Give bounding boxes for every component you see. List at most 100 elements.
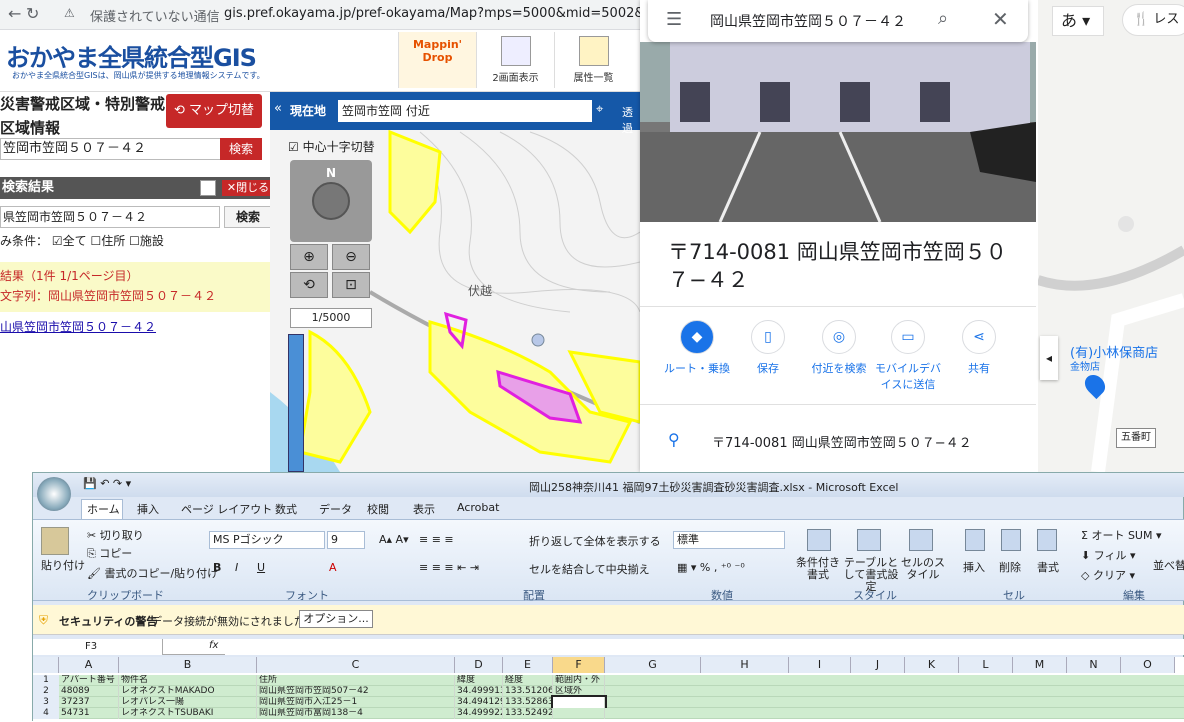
name-box[interactable]: F3 [33, 639, 163, 655]
quick-access-toolbar[interactable]: 💾 ↶ ↷ ▾ [83, 477, 131, 490]
col-header-m[interactable]: M [1013, 657, 1067, 673]
maps-search-box[interactable]: ☰ 岡山県笠岡市笠岡５０７－４２ ⌕ ✕ [648, 0, 1028, 42]
restaurant-chip[interactable]: 🍴 レス [1122, 4, 1184, 36]
number-format-select[interactable]: 標準 [673, 531, 785, 549]
tab-page-layout[interactable]: ページ レイアウト [181, 501, 272, 517]
col-header-j[interactable]: J [851, 657, 905, 673]
align-left-icon[interactable]: ≡ ≡ ≡ ⇤ ⇥ [419, 561, 479, 574]
filter-all-checkbox[interactable]: ☑ [52, 234, 63, 248]
table-cell[interactable]: 37237 [59, 697, 119, 708]
table-cell[interactable]: 住所 [257, 675, 455, 686]
col-header-g[interactable]: G [605, 657, 701, 673]
collapse-icon[interactable]: « [274, 101, 282, 116]
tab-acrobat[interactable]: Acrobat [457, 501, 499, 514]
percent-style-icon[interactable]: ▦ ▾ % , ⁺⁰ ⁻⁰ [677, 561, 745, 574]
maps-search-query[interactable]: 岡山県笠岡市笠岡５０７－４２ [710, 11, 906, 31]
tab-data[interactable]: データ [319, 501, 352, 517]
menu-icon[interactable]: ☰ [666, 9, 682, 30]
back-arrow-icon[interactable]: ← [8, 4, 21, 23]
col-header-f[interactable]: F [553, 657, 605, 673]
col-header-n[interactable]: N [1067, 657, 1121, 673]
close-button[interactable]: ✕閉じる [222, 180, 274, 196]
office-button-icon[interactable] [37, 477, 71, 511]
result-link[interactable]: 山県笠岡市笠岡５０７－４２ [0, 318, 156, 335]
wrap-text-button[interactable]: 折り返して全体を表示する [529, 533, 661, 549]
transparency-label[interactable]: 透過 [622, 104, 640, 136]
table-cell[interactable]: 34.494129 [455, 697, 503, 708]
sort-button[interactable]: 並べ替え [1153, 557, 1184, 573]
table-row[interactable]: 3 37237 レオパレス一陽 岡山県笠岡市入江25－1 34.494129 133.52… [33, 695, 1184, 710]
paste-button[interactable]: 貼り付け [41, 557, 85, 573]
align-top-icon[interactable]: ≡ ≡ ≡ [419, 533, 454, 546]
address-bar[interactable]: gis.pref.okayama.jp/pref-okayama/Map?mps… [224, 6, 671, 21]
zoom-in-icon[interactable]: ⊕ [290, 244, 328, 270]
nearby-button[interactable]: ◎ 付近を検索 [804, 320, 874, 376]
send-to-device-button[interactable]: ▭ モバイルデバイスに送信 [873, 320, 943, 392]
security-label[interactable]: 保護されていない通信 [90, 6, 220, 25]
tab-formulas[interactable]: 数式 [275, 501, 297, 517]
attribute-list-button[interactable]: 属性一覧 [554, 32, 632, 88]
row-number[interactable]: 3 [33, 697, 59, 708]
query-search-button[interactable]: 検索 [224, 206, 272, 228]
tab-view[interactable]: 表示 [413, 501, 435, 517]
table-row[interactable]: 1 アパート番号 物件名 住所 緯度 経度 範囲内・外 [33, 675, 1184, 686]
formula-input[interactable] [225, 639, 1184, 655]
table-cell[interactable]: 133.524924 [503, 708, 553, 719]
col-header-h[interactable]: H [701, 657, 789, 673]
tab-home-label[interactable]: ホーム [87, 501, 120, 517]
table-cell[interactable] [551, 695, 607, 710]
tab-review[interactable]: 校閲 [367, 501, 389, 517]
zoom-slider[interactable] [288, 334, 304, 472]
current-location-input[interactable]: 笠岡市笠岡 付近 [338, 100, 592, 122]
col-header-o[interactable]: O [1121, 657, 1175, 673]
table-row[interactable]: 4 54731 レオネクストTSUBAKI 岡山県笠岡市富岡138－4 34.49992… [33, 708, 1184, 719]
table-cell[interactable]: 物件名 [119, 675, 257, 686]
street-view-photo[interactable] [640, 42, 1036, 223]
table-cell[interactable]: レオネクストMAKADO [119, 686, 257, 697]
address-search-button[interactable]: 検索 [220, 138, 262, 160]
table-cell[interactable]: 133.528636 [503, 697, 553, 708]
save-button[interactable]: ▯ 保存 [733, 320, 803, 376]
scale-display[interactable]: 1/5000 [290, 308, 372, 328]
row-number[interactable]: 4 [33, 708, 59, 719]
search-icon[interactable]: ⌕ [938, 8, 948, 29]
table-cell[interactable]: 34.499913 [455, 686, 503, 697]
close-icon[interactable]: ✕ [992, 7, 1009, 31]
query-input[interactable]: 県笠岡市笠岡５０７－４２ [0, 206, 220, 228]
options-button[interactable]: オプション... [299, 610, 373, 628]
table-cell[interactable]: レオネクストTSUBAKI [119, 708, 257, 719]
map-pan-control[interactable]: N [290, 160, 372, 242]
table-cell[interactable]: 54731 [59, 708, 119, 719]
col-header-k[interactable]: K [905, 657, 959, 673]
share-button[interactable]: ⋖ 共有 [944, 320, 1014, 376]
delete-cells-button[interactable]: 削除 [999, 559, 1021, 575]
autosum-button[interactable]: Σ オート SUM ▾ [1081, 527, 1162, 543]
collapse-panel-icon[interactable]: ◂ [1040, 336, 1058, 380]
col-header-d[interactable]: D [455, 657, 503, 673]
table-cell[interactable]: 133.512066 [503, 686, 553, 697]
format-cells-button[interactable]: 書式 [1037, 559, 1059, 575]
gis-logo[interactable]: おかやま全県統合型GIS [6, 38, 257, 73]
table-cell[interactable]: 緯度 [455, 675, 503, 686]
map-switch-button[interactable]: ⟲ マップ切替 [166, 94, 262, 128]
fill-button[interactable]: ⬇ フィル ▾ [1081, 547, 1136, 563]
clear-button[interactable]: ◇ クリア ▾ [1081, 567, 1135, 583]
table-cell[interactable]: 岡山県笠岡市笠岡507－42 [257, 686, 455, 697]
bold-button[interactable]: B [213, 561, 221, 574]
merge-center-button[interactable]: セルを結合して中央揃え [529, 561, 650, 577]
table-row[interactable]: 2 48089 レオネクストMAKADO 岡山県笠岡市笠岡507－42 34.49991… [33, 686, 1184, 697]
address-line[interactable]: 〒714-0081 岡山県笠岡市笠岡５０７−４２ [712, 432, 972, 451]
table-cell[interactable]: 岡山県笠岡市富岡138－4 [257, 708, 455, 719]
format-painter-button[interactable]: 🖌 書式のコピー/貼り付け [87, 565, 218, 581]
reload-icon[interactable]: ↻ [26, 4, 39, 23]
right-map-area[interactable] [1036, 0, 1184, 473]
col-header-a[interactable]: A [59, 657, 119, 673]
table-cell[interactable]: 区域外 [553, 686, 605, 697]
row-number[interactable]: 2 [33, 686, 59, 697]
font-name-select[interactable]: MS Pゴシック [209, 531, 325, 549]
table-cell[interactable]: 岡山県笠岡市入江25－1 [257, 697, 455, 708]
font-color-icon[interactable]: A [329, 561, 337, 574]
ime-mode-button[interactable]: あ ▾ [1052, 6, 1104, 36]
row-number[interactable]: 1 [33, 675, 59, 686]
col-header-e[interactable]: E [503, 657, 553, 673]
